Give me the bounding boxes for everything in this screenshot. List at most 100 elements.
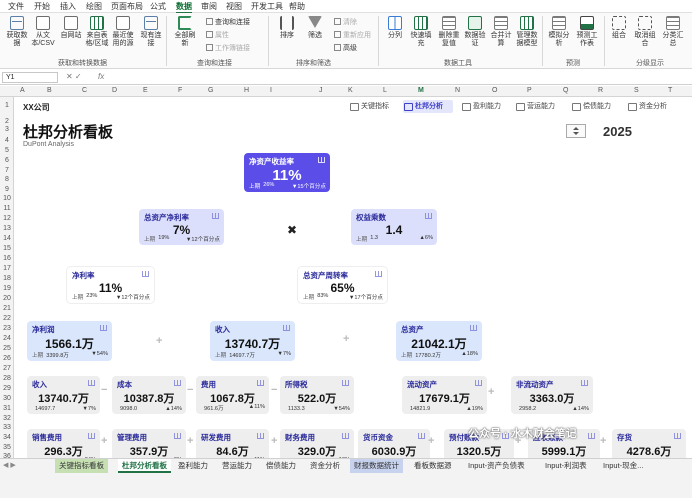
row-header[interactable]: 9 [0, 186, 14, 193]
column-header-d[interactable]: D [112, 87, 117, 94]
column-header-p[interactable]: P [527, 87, 532, 94]
menu-data[interactable]: 数据 [176, 1, 192, 14]
row-header[interactable]: 27 [0, 365, 14, 372]
nav-operations[interactable]: 营运能力 [515, 100, 555, 113]
name-box[interactable]: Y1 [2, 72, 58, 83]
row-header[interactable]: 29 [0, 385, 14, 392]
row-header[interactable]: 4 [0, 137, 14, 144]
column-header-e[interactable]: E [143, 87, 148, 94]
subtotal-button[interactable]: 分类汇总 [660, 16, 686, 48]
ungroup-button[interactable]: 取消组合 [632, 16, 658, 48]
column-header-j[interactable]: J [319, 87, 323, 94]
reapply-button[interactable]: 重新应用 [334, 30, 371, 40]
column-header-a[interactable]: A [20, 87, 25, 94]
row-header[interactable]: 13 [0, 225, 14, 232]
row-header[interactable]: 24 [0, 335, 14, 342]
what-if-button[interactable]: 模拟分析 [546, 16, 572, 48]
column-header-o[interactable]: O [492, 87, 497, 94]
menu-page-layout[interactable]: 页面布局 [111, 1, 143, 12]
menu-review[interactable]: 审阅 [201, 1, 217, 12]
clear-button[interactable]: 清除 [334, 17, 357, 27]
column-header-c[interactable]: C [82, 87, 87, 94]
column-header-l[interactable]: L [383, 87, 387, 94]
row-header[interactable]: 31 [0, 405, 14, 412]
get-data-button[interactable]: 获取数据 [4, 16, 30, 48]
row-header[interactable]: 30 [0, 395, 14, 402]
edit-links-button[interactable]: 工作簿链接 [206, 43, 250, 53]
remove-duplicates-button[interactable]: 删除重复值 [436, 16, 462, 48]
row-header[interactable]: 26 [0, 355, 14, 362]
sheet-tab[interactable]: Input-资产负债表 [464, 459, 529, 473]
queries-connections-button[interactable]: 查询和连接 [206, 17, 250, 27]
group-button[interactable]: 组合 [606, 16, 632, 40]
row-header[interactable]: 12 [0, 215, 14, 222]
tab-scroll-arrows[interactable]: ◀ ▶ [3, 461, 16, 469]
row-header[interactable]: 2 [0, 118, 14, 125]
row-header[interactable]: 16 [0, 255, 14, 262]
advanced-filter-button[interactable]: 高级 [334, 43, 357, 53]
row-header[interactable]: 11 [0, 205, 14, 212]
sheet-tab[interactable]: 偿债能力 [262, 459, 300, 473]
from-web-button[interactable]: 自网站 [58, 16, 84, 40]
column-header-h[interactable]: H [244, 87, 249, 94]
sheet-tab[interactable]: Input-利润表 [541, 459, 591, 473]
column-header-i[interactable]: I [270, 87, 272, 94]
formula-cancel-confirm[interactable]: ✕ ✓ [66, 72, 82, 81]
recent-sources-button[interactable]: 最近使用的源 [110, 16, 136, 48]
row-header[interactable]: 10 [0, 195, 14, 202]
row-header[interactable]: 18 [0, 275, 14, 282]
column-header-m[interactable]: M [418, 87, 424, 94]
column-header-t[interactable]: T [668, 87, 672, 94]
column-header-q[interactable]: Q [563, 87, 568, 94]
menu-file[interactable]: 文件 [8, 1, 24, 12]
consolidate-button[interactable]: 合并计算 [488, 16, 514, 48]
column-header-b[interactable]: B [47, 87, 52, 94]
menu-draw[interactable]: 绘图 [86, 1, 102, 12]
menu-insert[interactable]: 插入 [60, 1, 76, 12]
row-header[interactable]: 21 [0, 305, 14, 312]
refresh-all-button[interactable]: 全部刷新 [172, 16, 198, 48]
row-header[interactable]: 1 [0, 102, 14, 109]
nav-dupont[interactable]: 杜邦分析 [403, 100, 453, 113]
menu-developer[interactable]: 开发工具 [251, 1, 283, 12]
flash-fill-button[interactable]: 快速填充 [408, 16, 434, 48]
row-header[interactable]: 6 [0, 157, 14, 164]
nav-capital[interactable]: 资金分析 [627, 100, 667, 113]
nav-solvency[interactable]: 偿债能力 [571, 100, 611, 113]
row-header[interactable]: 3 [0, 126, 14, 133]
menu-view[interactable]: 视图 [226, 1, 242, 12]
row-header[interactable]: 14 [0, 235, 14, 242]
column-header-k[interactable]: K [348, 87, 353, 94]
sheet-tab[interactable]: 盈利能力 [174, 459, 212, 473]
column-header-n[interactable]: N [455, 87, 460, 94]
sheet-tab[interactable]: 关键指标看板 [55, 459, 108, 473]
row-header[interactable]: 28 [0, 375, 14, 382]
data-model-button[interactable]: 管理数据模型 [514, 16, 540, 48]
column-header-r[interactable]: R [598, 87, 603, 94]
filter-button[interactable]: 筛选 [302, 16, 328, 40]
existing-connections-button[interactable]: 现有连接 [138, 16, 164, 48]
row-header[interactable]: 20 [0, 295, 14, 302]
row-header[interactable]: 33 [0, 424, 14, 431]
nav-profitability[interactable]: 盈利能力 [461, 100, 501, 113]
from-table-button[interactable]: 来自表格/区域 [84, 16, 110, 48]
row-header[interactable]: 32 [0, 415, 14, 422]
properties-button[interactable]: 属性 [206, 30, 229, 40]
sheet-tab[interactable]: 杜邦分析看板 [118, 459, 171, 473]
sheet-tab[interactable]: Input-现金... [599, 459, 647, 473]
row-header[interactable]: 17 [0, 265, 14, 272]
column-header-g[interactable]: G [208, 87, 213, 94]
row-header[interactable]: 7 [0, 167, 14, 174]
row-header[interactable]: 34 [0, 434, 14, 441]
menu-home[interactable]: 开始 [34, 1, 50, 12]
year-spinner[interactable] [566, 124, 586, 138]
fx-icon[interactable]: fx [98, 72, 104, 81]
text-to-columns-button[interactable]: 分列 [382, 16, 408, 40]
sheet-tab[interactable]: 资金分析 [306, 459, 344, 473]
row-header[interactable]: 5 [0, 147, 14, 154]
column-header-f[interactable]: F [178, 87, 182, 94]
row-header[interactable]: 22 [0, 315, 14, 322]
row-header[interactable]: 8 [0, 176, 14, 183]
sheet-tab[interactable]: 营运能力 [218, 459, 256, 473]
row-header[interactable]: 25 [0, 345, 14, 352]
